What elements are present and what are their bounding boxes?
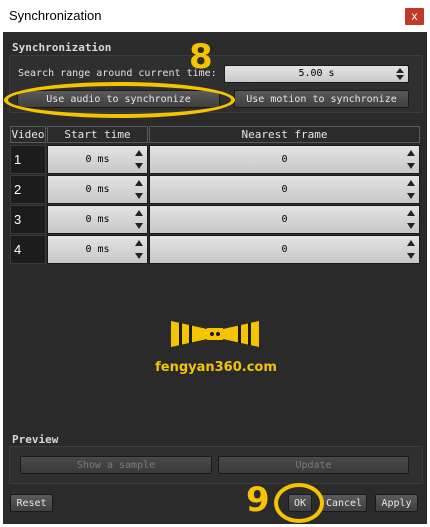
start-time-spinbox[interactable]: 0 ms bbox=[47, 145, 148, 174]
video-sync-table: Video Start time Nearest frame 1 0 ms 0 … bbox=[10, 126, 420, 460]
title-bar[interactable]: Synchronization x bbox=[0, 0, 430, 32]
spin-arrows-icon[interactable] bbox=[135, 210, 144, 229]
show-sample-button[interactable]: Show a sample bbox=[20, 456, 212, 474]
close-button[interactable]: x bbox=[405, 8, 424, 25]
spin-arrows-icon[interactable] bbox=[407, 240, 416, 259]
nearest-frame-spinbox[interactable]: 0 bbox=[149, 205, 420, 234]
start-time-value: 0 ms bbox=[85, 184, 110, 195]
table-row-video: 3 bbox=[10, 205, 46, 234]
synchronization-section-label: Synchronization bbox=[12, 41, 112, 54]
apply-button[interactable]: Apply bbox=[375, 494, 418, 512]
update-button[interactable]: Update bbox=[218, 456, 409, 474]
nearest-frame-value: 0 bbox=[281, 184, 288, 195]
window-title: Synchronization bbox=[9, 8, 102, 23]
spin-arrows-icon[interactable] bbox=[396, 68, 405, 80]
annotation-number-9: 9 bbox=[246, 480, 270, 520]
column-header-video: Video bbox=[10, 126, 46, 143]
search-range-value: 5.00 s bbox=[298, 68, 335, 79]
nearest-frame-spinbox[interactable]: 0 bbox=[149, 175, 420, 204]
highlight-oval-ok bbox=[274, 483, 324, 523]
annotation-number-8: 8 bbox=[189, 37, 213, 77]
nearest-frame-value: 0 bbox=[281, 154, 288, 165]
column-header-nearest-frame: Nearest frame bbox=[149, 126, 420, 143]
column-header-start-time: Start time bbox=[47, 126, 148, 143]
bowtie-logo-icon bbox=[171, 321, 259, 347]
table-row-video: 1 bbox=[10, 145, 46, 174]
reset-button[interactable]: Reset bbox=[10, 494, 53, 512]
spin-arrows-icon[interactable] bbox=[135, 180, 144, 199]
spin-arrows-icon[interactable] bbox=[135, 240, 144, 259]
spin-arrows-icon[interactable] bbox=[407, 150, 416, 169]
start-time-spinbox[interactable]: 0 ms bbox=[47, 235, 148, 264]
start-time-spinbox[interactable]: 0 ms bbox=[47, 175, 148, 204]
spin-arrows-icon[interactable] bbox=[407, 180, 416, 199]
start-time-spinbox[interactable]: 0 ms bbox=[47, 205, 148, 234]
spin-arrows-icon[interactable] bbox=[407, 210, 416, 229]
highlight-oval-audio bbox=[4, 82, 235, 118]
synchronization-dialog: Synchronization x Synchronization Search… bbox=[0, 0, 430, 527]
search-range-label: Search range around current time: bbox=[18, 68, 217, 79]
table-row-video: 2 bbox=[10, 175, 46, 204]
spin-arrows-icon[interactable] bbox=[135, 150, 144, 169]
preview-section-label: Preview bbox=[12, 433, 59, 446]
table-row-video: 4 bbox=[10, 235, 46, 264]
watermark-text: fengyan360.com bbox=[155, 360, 277, 375]
start-time-value: 0 ms bbox=[85, 154, 110, 165]
dialog-body: Synchronization Search range around curr… bbox=[3, 32, 427, 524]
search-range-spinbox[interactable]: 5.00 s bbox=[224, 65, 409, 83]
nearest-frame-spinbox[interactable]: 0 bbox=[149, 145, 420, 174]
use-motion-button[interactable]: Use motion to synchronize bbox=[234, 90, 409, 108]
nearest-frame-value: 0 bbox=[281, 214, 288, 225]
start-time-value: 0 ms bbox=[85, 214, 110, 225]
nearest-frame-spinbox[interactable]: 0 bbox=[149, 235, 420, 264]
nearest-frame-value: 0 bbox=[281, 244, 288, 255]
start-time-value: 0 ms bbox=[85, 244, 110, 255]
cancel-button[interactable]: Cancel bbox=[321, 494, 367, 512]
